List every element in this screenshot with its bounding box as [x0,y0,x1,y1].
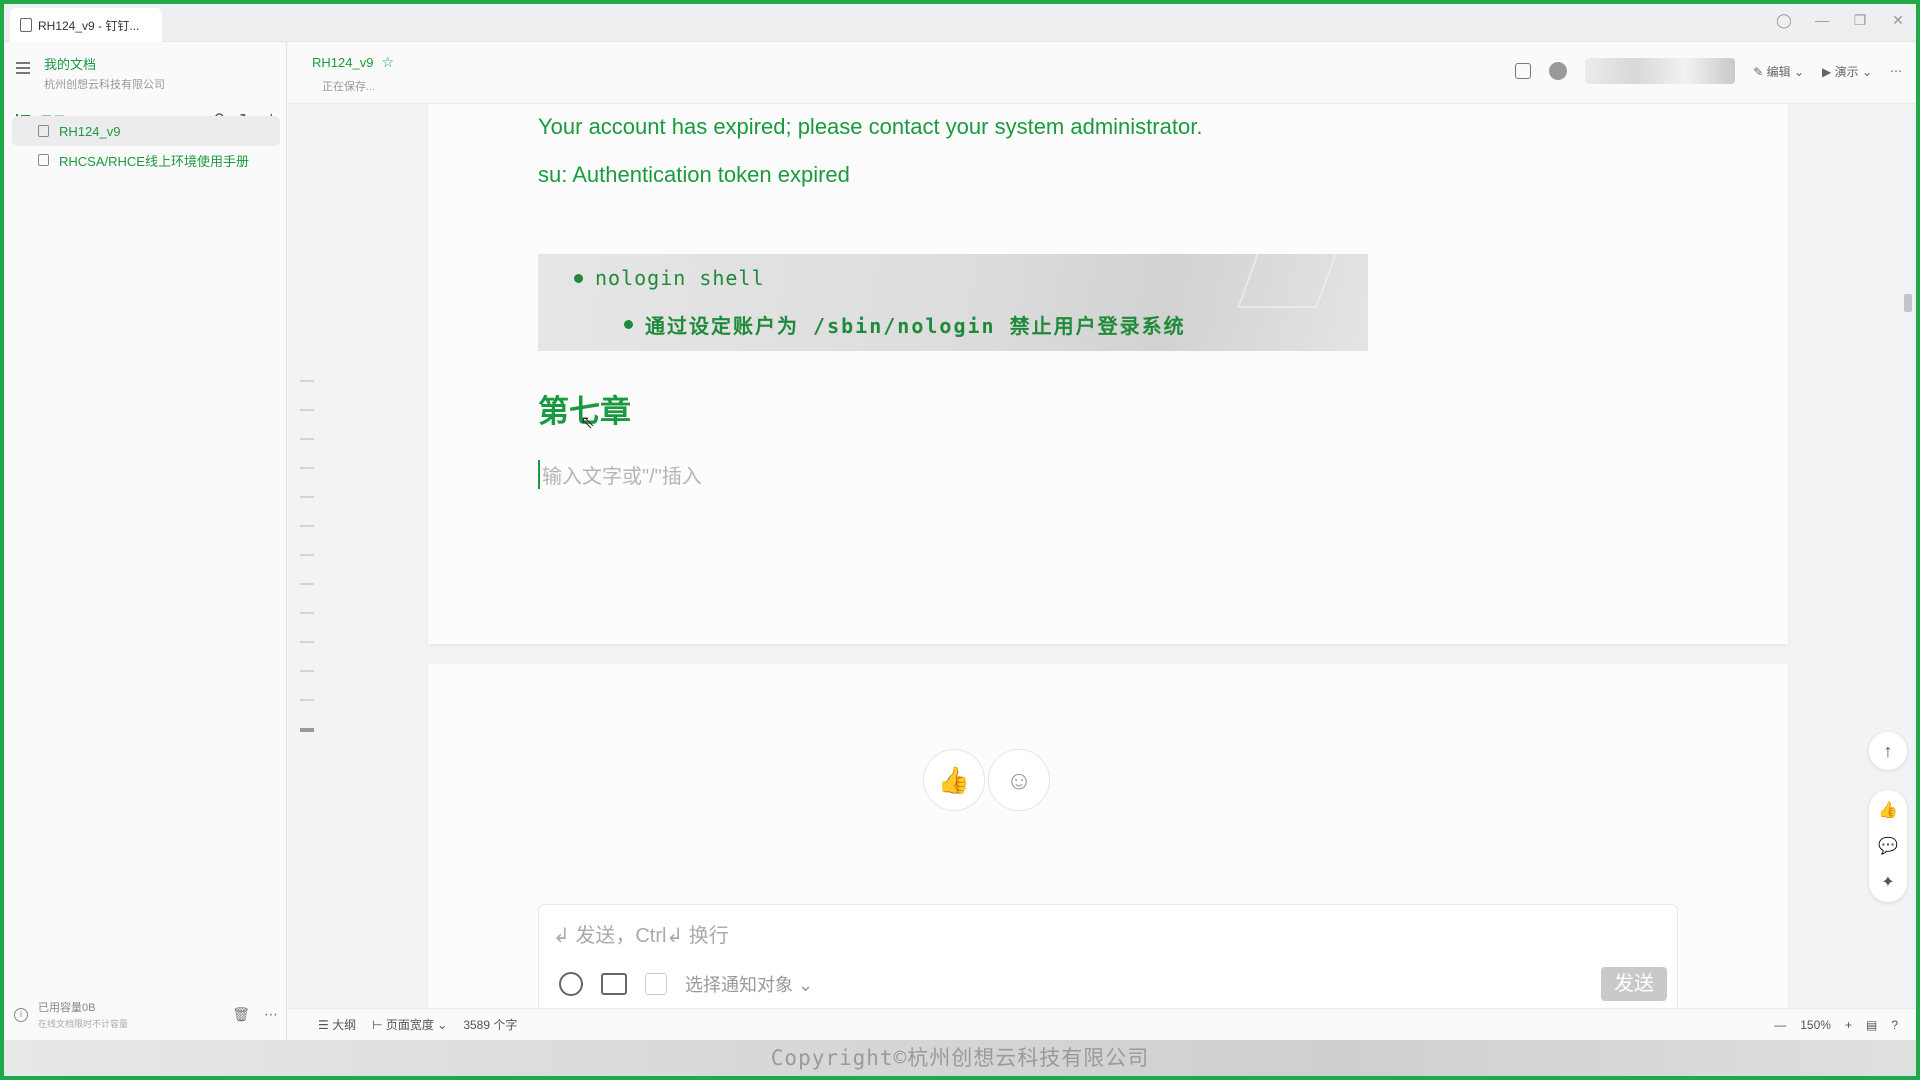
paragraph[interactable]: Your account has expired; please contact… [538,114,1202,140]
edit-button[interactable]: ✎ 编辑 ⌄ [1753,63,1804,80]
emoji-add-icon: ☺ [1005,764,1033,795]
document-icon [20,18,32,32]
editor-placeholder[interactable]: 输入文字或"/"插入 [538,460,702,489]
comment-section: 👍 ☺ ↲ 发送，Ctrl↲ 换行 选择通知对象 ⌄ 发送 [428,664,1788,1008]
bullet-icon [574,273,583,283]
page-width-button[interactable]: ⊢ 页面宽度 ⌄ [372,1016,447,1033]
comment-placeholder: ↲ 发送，Ctrl↲ 换行 [553,925,729,947]
bullet-icon [624,320,633,329]
notify-checkbox[interactable] [645,973,667,995]
document-name[interactable]: RH124_v9 [312,55,373,70]
storage-note: 在线文档限时不计容量 [38,1019,129,1029]
image-icon[interactable] [601,973,627,995]
share-area[interactable] [1585,58,1736,84]
document-icon [38,125,49,137]
embedded-image[interactable]: nologin shell 通过设定账户为 /sbin/nologin 禁止用户… [538,254,1368,351]
document-page: Your account has expired; please contact… [428,104,1788,644]
document-icon [38,154,49,166]
info-icon[interactable]: i [14,1007,28,1022]
save-status: 正在保存... [322,81,376,93]
outline-minimap[interactable] [300,380,314,759]
thumbs-up-icon: 👍 [937,764,971,795]
sidebar: 我的文档 杭州创想云科技有限公司 目录 ⚲ ↻ + RH124_v9 RHCSA… [4,42,287,1040]
sidebar-title[interactable]: 我的文档 [44,54,165,73]
sidebar-item-label: RH124_v9 [59,123,121,139]
comment-input[interactable]: ↲ 发送，Ctrl↲ 换行 选择通知对象 ⌄ 发送 [538,904,1678,1008]
maximize-icon[interactable]: ❐ [1852,12,1868,29]
word-count: 3589 个字 [463,1018,518,1032]
like-button[interactable]: 👍 [923,749,985,811]
sidebar-footer: i 已用容量0B 在线文档限时不计容量 🗑 ⋯ [14,999,278,1030]
minimize-icon[interactable]: — [1814,12,1830,29]
add-reaction-button[interactable]: ☺ [988,749,1050,811]
sidebar-item-rhcsa-manual[interactable]: RHCSA/RHCE线上环境使用手册 [12,145,280,175]
trash-icon[interactable]: 🗑 [232,1006,250,1023]
outline-button[interactable]: ☰ 大纲 [318,1016,356,1033]
view-mode-icon[interactable]: ▤ [1866,1018,1877,1032]
tab-document[interactable]: RH124_v9 - 钉钉... [10,8,162,42]
bullet-item: 通过设定账户为 /sbin/nologin 禁止用户登录系统 [624,310,1186,339]
more-icon[interactable]: ⋯ [264,1006,278,1023]
pin-icon[interactable]: ◯ [1776,12,1792,29]
tab-title: RH124_v9 - 钉钉... [38,18,140,33]
notify-selector[interactable]: 选择通知对象 ⌄ [685,971,813,997]
scrollbar-thumb[interactable] [1904,294,1912,312]
close-icon[interactable]: ✕ [1890,12,1906,29]
tab-bar: RH124_v9 - 钉钉... ◯ — ❐ ✕ [4,4,1916,42]
comment-toolbar: 选择通知对象 ⌄ [559,971,813,997]
ai-icon[interactable]: ✦ [1881,872,1894,892]
arrow-up-icon: ↑ [1883,740,1893,761]
sidebar-header: 我的文档 杭州创想云科技有限公司 [16,54,165,92]
header-toolbar: ✎ 编辑 ⌄ ▶ 演示 ⌄ ⋯ [1515,58,1902,84]
zoom-level[interactable]: 150% [1800,1018,1831,1032]
mouse-cursor-icon: ⇖ [580,412,596,432]
decor-shape [1237,254,1339,308]
window-controls: ◯ — ❐ ✕ [1776,12,1906,29]
action-panel: 👍 💬 ✦ [1869,790,1907,902]
scroll-top-button[interactable]: ↑ [1869,732,1907,770]
more-icon[interactable]: ⋯ [1890,64,1902,78]
avatar[interactable] [1549,62,1568,80]
thumbs-up-icon[interactable]: 👍 [1878,800,1898,820]
help-icon[interactable]: ? [1891,1018,1898,1032]
editor-area: Your account has expired; please contact… [288,104,1916,1008]
storage-label: 已用容量0B [38,1002,96,1014]
history-icon[interactable] [1515,63,1532,79]
sidebar-subtitle: 杭州创想云科技有限公司 [44,79,165,91]
zoom-in-icon[interactable]: + [1845,1018,1852,1032]
document-title: RH124_v9 ☆ [312,54,394,71]
bullet-item: nologin shell [574,266,765,290]
star-icon[interactable]: ☆ [381,54,394,71]
app-window: RH124_v9 - 钉钉... ◯ — ❐ ✕ 我的文档 杭州创想云科技有限公… [4,4,1916,1076]
paragraph[interactable]: su: Authentication token expired [538,162,850,188]
status-bar: ☰ 大纲 ⊢ 页面宽度 ⌄ 3589 个字 — 150% + ▤ ? [288,1008,1916,1040]
sidebar-item-rh124[interactable]: RH124_v9 [12,116,280,146]
floating-actions: ↑ 👍 💬 ✦ [1868,732,1908,902]
present-button[interactable]: ▶ 演示 ⌄ [1822,63,1872,80]
copyright-watermark: Copyright©杭州创想云科技有限公司 [4,1040,1916,1076]
comment-icon[interactable]: 💬 [1878,836,1898,856]
sidebar-item-label: RHCSA/RHCE线上环境使用手册 [59,153,249,169]
emoji-icon[interactable] [559,972,583,996]
document-header: RH124_v9 ☆ 正在保存... ✎ 编辑 ⌄ ▶ 演示 ⌄ ⋯ [288,42,1916,104]
send-button[interactable]: 发送 [1601,967,1667,1001]
zoom-out-icon[interactable]: — [1774,1018,1786,1032]
menu-icon[interactable] [16,62,30,74]
